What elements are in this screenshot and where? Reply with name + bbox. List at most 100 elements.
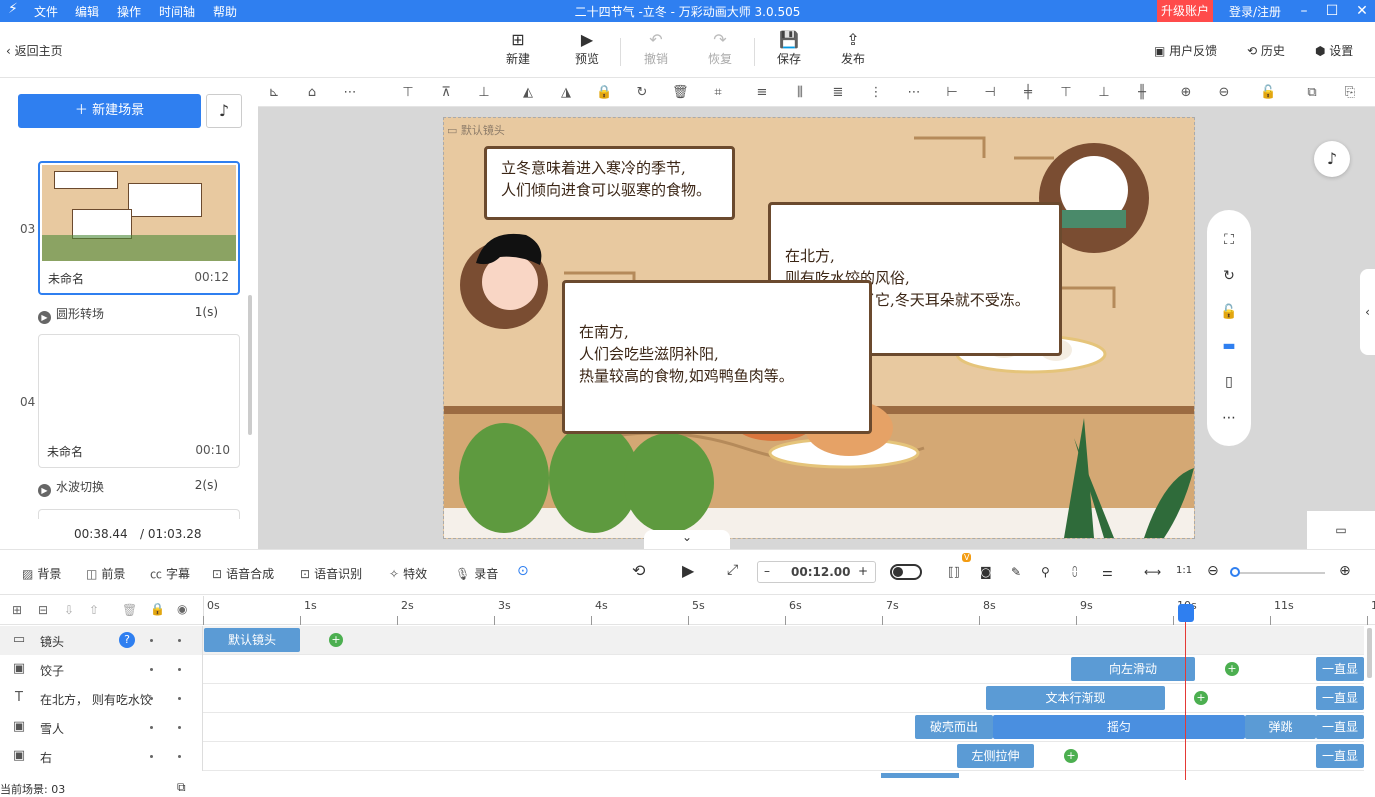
distribute-h-icon[interactable]: ⋮ bbox=[868, 85, 884, 101]
chevron-down-icon[interactable]: ⌄ bbox=[644, 530, 730, 549]
zoom-in-icon[interactable]: ⊕ bbox=[1339, 563, 1351, 579]
login-register-link[interactable]: 登录/注册 bbox=[1229, 3, 1281, 20]
align-right-icon[interactable]: ≣ bbox=[830, 85, 846, 101]
animation-clip[interactable]: 一直显 bbox=[1316, 657, 1364, 681]
duration-stepper[interactable]: – 00:12.00 + bbox=[757, 561, 876, 583]
align-r2-icon[interactable]: ⊣ bbox=[982, 85, 998, 101]
publish-button[interactable]: ⇪ 发布 bbox=[828, 30, 878, 67]
lock-dot[interactable] bbox=[150, 639, 153, 642]
speech-bubble-3[interactable]: 在南方, 人们会吃些滋阴补阳, 热量较高的食物,如鸡鸭鱼肉等。 bbox=[562, 280, 872, 434]
timeline-track[interactable]: ▣ 雪人 破壳而出 摇匀 弹跳 一直显 bbox=[0, 713, 1364, 742]
timeline-track[interactable]: ▣ 右左侧拉伸 一直显 + bbox=[0, 742, 1364, 771]
fit-width-icon[interactable]: ⟷ bbox=[1144, 565, 1161, 579]
paste-icon[interactable]: ⎘ bbox=[1342, 85, 1358, 101]
minimize-icon[interactable]: – bbox=[1294, 1, 1314, 21]
zoom-out-icon[interactable]: ⊖ bbox=[1207, 563, 1219, 579]
visibility-dot[interactable] bbox=[178, 697, 181, 700]
more-icon[interactable]: ⋯ bbox=[1220, 410, 1238, 428]
menu-timeline[interactable]: 时间轴 bbox=[159, 3, 195, 20]
visibility-dot[interactable] bbox=[178, 755, 181, 758]
zoom-slider[interactable] bbox=[1231, 572, 1325, 574]
lock-dot[interactable] bbox=[150, 668, 153, 671]
scene-card-03[interactable]: 未命名 00:12 bbox=[38, 161, 240, 295]
fit-screen-icon[interactable]: ⛶ bbox=[1220, 232, 1238, 250]
align-center-icon[interactable]: ⫼ bbox=[792, 85, 808, 101]
move-up-icon[interactable]: ⇧ bbox=[89, 603, 99, 617]
align-l2-icon[interactable]: ⊢ bbox=[944, 85, 960, 101]
track-header[interactable]: ▣ 右 bbox=[0, 742, 203, 771]
rotate-icon[interactable]: ↻ bbox=[634, 85, 650, 101]
foreground-button[interactable]: ◫ 前景 bbox=[86, 565, 125, 582]
crop-icon[interactable]: ⌗ bbox=[710, 85, 726, 101]
add-animation-icon[interactable]: + bbox=[1225, 662, 1239, 676]
bottom-edge-icon[interactable]: ⊥ bbox=[1096, 85, 1112, 101]
asr-button[interactable]: ⊡ 语音识别 bbox=[300, 565, 362, 582]
delete-icon[interactable]: 🗑 bbox=[122, 603, 137, 617]
top-edge-icon[interactable]: ⊤ bbox=[1058, 85, 1074, 101]
rotate-icon[interactable]: ↻ bbox=[1220, 268, 1238, 286]
camera-icon[interactable]: ◙ bbox=[980, 565, 992, 579]
back-home-link[interactable]: ‹ 返回主页 bbox=[6, 42, 63, 59]
center-v-icon[interactable]: ╫ bbox=[1134, 85, 1150, 101]
visibility-dot[interactable] bbox=[178, 639, 181, 642]
music-icon[interactable]: ♪ bbox=[1314, 141, 1350, 177]
plus-icon[interactable]: + bbox=[858, 564, 868, 578]
timeline-track[interactable]: T 在北方， 则有吃水饺 文本行渐现 一直显 + bbox=[0, 684, 1364, 713]
distribute-v-icon[interactable]: ⋯ bbox=[906, 85, 922, 101]
animation-clip[interactable]: 破壳而出 bbox=[915, 715, 993, 739]
eye-icon[interactable]: ◉ bbox=[177, 602, 187, 616]
add-animation-icon[interactable]: + bbox=[1194, 691, 1208, 705]
lock-icon[interactable]: 🔒 bbox=[150, 602, 165, 616]
toggle-switch[interactable] bbox=[890, 564, 922, 580]
move-down-icon[interactable]: ⇩ bbox=[64, 603, 74, 617]
animation-clip[interactable]: 默认镜头 bbox=[204, 628, 300, 652]
monitor-icon[interactable]: ▬ bbox=[1220, 338, 1238, 356]
add-animation-icon[interactable]: + bbox=[329, 633, 343, 647]
tts-button[interactable]: ⊡ 语音合成 bbox=[212, 565, 274, 582]
fullscreen-icon[interactable]: ⤢ bbox=[727, 562, 738, 578]
lock-dot[interactable] bbox=[150, 755, 153, 758]
zoom-in-icon[interactable]: ⊕ bbox=[1178, 85, 1194, 101]
lock-icon[interactable]: 🔒 bbox=[596, 85, 612, 101]
copy-icon[interactable]: ⧉ bbox=[1304, 85, 1320, 101]
sliders-icon[interactable]: ⚌ bbox=[1102, 565, 1113, 579]
timeline-track[interactable]: ▭ 镜头? 默认镜头 + bbox=[0, 626, 1364, 655]
minus-icon[interactable]: – bbox=[764, 564, 770, 578]
timeline-scrollbar[interactable] bbox=[1367, 628, 1372, 678]
lock-icon[interactable]: 🔓 bbox=[1220, 304, 1238, 322]
animation-clip[interactable]: 文本行渐现 bbox=[986, 686, 1165, 710]
menu-operate[interactable]: 操作 bbox=[117, 3, 141, 20]
filter-icon[interactable]: ⩇ bbox=[1072, 565, 1077, 580]
maximize-icon[interactable]: ☐ bbox=[1322, 1, 1342, 21]
menu-edit[interactable]: 编辑 bbox=[75, 3, 99, 20]
ruler-icon[interactable]: ⊾ bbox=[266, 85, 282, 101]
close-icon[interactable]: ✕ bbox=[1352, 1, 1372, 21]
flip-vertical-icon[interactable]: ◮ bbox=[558, 85, 574, 101]
animation-clip[interactable]: 一直显 bbox=[1316, 686, 1364, 710]
minimap-icon[interactable]: ▭ bbox=[1307, 511, 1375, 549]
play-icon[interactable]: ▶ bbox=[682, 561, 694, 580]
speech-bubble-1[interactable]: 立冬意味着进入寒冷的季节, 人们倾向进食可以驱寒的食物。 bbox=[484, 146, 735, 220]
more-icon[interactable]: ⋯ bbox=[342, 85, 358, 101]
effects-button[interactable]: ✧ 特效 bbox=[389, 565, 427, 582]
track-header[interactable]: ▭ 镜头? bbox=[0, 626, 203, 655]
stage[interactable]: ▭ 默认镜头 立冬意味着进入寒冷的季节, 人们倾向进食可以驱寒的食物。 在北方,… bbox=[443, 117, 1195, 539]
zoom-slider-handle[interactable] bbox=[1230, 567, 1240, 577]
animation-clip[interactable]: 左侧拉伸 bbox=[957, 744, 1034, 768]
home-icon[interactable]: ⌂ bbox=[304, 85, 320, 101]
add-animation-icon[interactable]: + bbox=[1064, 749, 1078, 763]
background-button[interactable]: ▨ 背景 bbox=[22, 565, 61, 582]
save-button[interactable]: 💾 保存 bbox=[764, 30, 814, 67]
copy-icon[interactable]: ⧉ bbox=[177, 780, 186, 795]
new-button[interactable]: ⊞ 新建 bbox=[493, 30, 543, 67]
align-bottom-icon[interactable]: ⊥ bbox=[476, 85, 492, 101]
new-scene-button[interactable]: ＋ 新建场景 bbox=[18, 94, 201, 128]
visibility-dot[interactable] bbox=[178, 668, 181, 671]
undo-button[interactable]: ↶ 撤销 bbox=[631, 30, 681, 67]
playhead-handle[interactable] bbox=[1178, 604, 1194, 622]
redo-button[interactable]: ↷ 恢复 bbox=[695, 30, 745, 67]
feedback-link[interactable]: ▣ 用户反馈 bbox=[1154, 42, 1217, 59]
transition-item[interactable]: ▶ 水波切换 2(s) bbox=[38, 478, 238, 497]
lock-dot[interactable] bbox=[150, 697, 153, 700]
timeline-track[interactable]: ▣ 饺子 向左滑动 一直显 + bbox=[0, 655, 1364, 684]
